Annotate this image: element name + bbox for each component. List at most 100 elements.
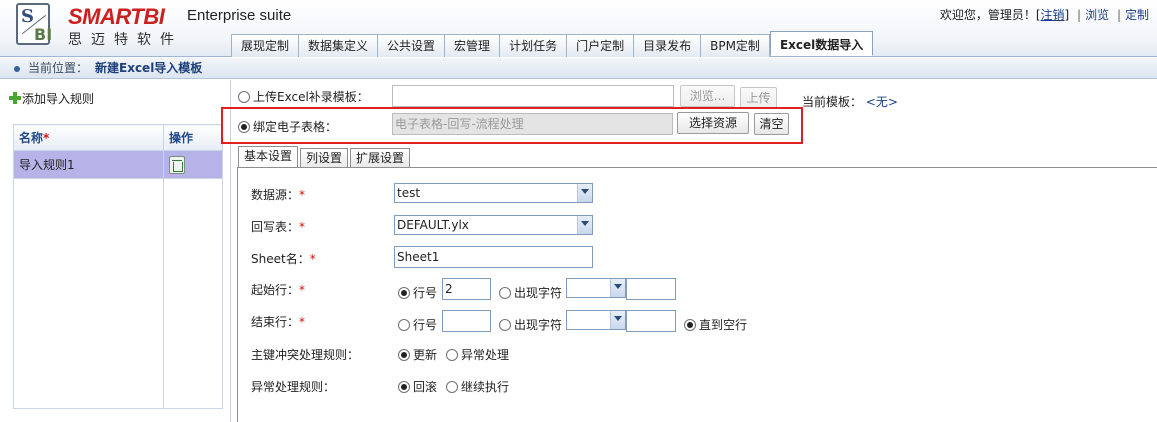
- bracket-close: ]: [1064, 8, 1070, 22]
- current-template-label: 当前模板：: [802, 95, 863, 109]
- location-label: 当前位置：: [28, 61, 89, 75]
- chevron-down-icon: [577, 184, 592, 202]
- select-resource-button[interactable]: 选择资源: [677, 112, 749, 134]
- suite-title: Enterprise suite: [187, 7, 292, 24]
- add-rule-label: 添加导入规则: [22, 92, 95, 106]
- brand-name: SMARTBI: [68, 4, 165, 29]
- upload-label: 上传Excel补录模板：: [253, 90, 369, 104]
- end-char-select[interactable]: [566, 310, 626, 330]
- end-row-number-radio[interactable]: [398, 319, 410, 331]
- table-row[interactable]: 导入规则1: [13, 150, 223, 179]
- empty-cell: [163, 178, 223, 409]
- template-panel: 上传Excel补录模板： 浏览... 上传 当前模板： <无> 绑定电子表格： …: [221, 80, 1157, 422]
- end-char-input[interactable]: [626, 310, 676, 332]
- logo-letter-bottom: BI: [34, 25, 53, 44]
- nav-tab-excel-import[interactable]: Excel数据导入: [769, 31, 874, 56]
- start-char-input[interactable]: [626, 278, 676, 300]
- nav-tab-catalog[interactable]: 目录发布: [634, 34, 702, 57]
- rule-name[interactable]: 导入规则1: [13, 150, 164, 179]
- current-template-value: <无>: [865, 95, 898, 109]
- nav-tab-portal[interactable]: 门户定制: [567, 34, 635, 57]
- nav-tab-macro[interactable]: 宏管理: [445, 34, 501, 57]
- tab-extended[interactable]: 扩展设置: [350, 148, 411, 168]
- location-value: 新建Excel导入模板: [95, 61, 203, 75]
- error-continue-radio[interactable]: [446, 381, 458, 393]
- chevron-down-icon: [610, 311, 625, 329]
- start-char-option[interactable]: 出现字符: [499, 284, 562, 301]
- upload-button[interactable]: 上传: [740, 87, 777, 109]
- user-bar: 欢迎您，管理员！[注销] | 浏览 | 定制: [940, 6, 1149, 23]
- end-row-label: 结束行：*: [251, 315, 306, 329]
- error-rollback-option[interactable]: 回滚: [398, 378, 437, 395]
- writeback-label: 回写表：*: [251, 220, 306, 234]
- datasource-select[interactable]: test: [394, 183, 593, 203]
- rules-panel: 添加导入规则 名称* 操作 导入规则1: [0, 80, 231, 422]
- col-header-name: 名称*: [13, 124, 164, 151]
- upload-option[interactable]: 上传Excel补录模板：: [238, 88, 369, 105]
- bind-spreadsheet-field[interactable]: 电子表格-回写-流程处理: [392, 113, 673, 135]
- conflict-rule-label: 主键冲突处理规则：: [251, 348, 360, 362]
- end-char-radio[interactable]: [499, 319, 511, 331]
- start-char-radio[interactable]: [499, 287, 511, 299]
- bind-label: 绑定电子表格：: [253, 120, 338, 134]
- bullet-icon: [14, 66, 20, 72]
- logout-link[interactable]: 注销: [1041, 8, 1065, 22]
- rules-table: 名称* 操作 导入规则1: [13, 124, 223, 409]
- nav-tab-schedule[interactable]: 计划任务: [500, 34, 568, 57]
- bind-radio[interactable]: [238, 121, 250, 133]
- nav-tab-dataset[interactable]: 数据集定义: [299, 34, 379, 57]
- error-rule-label: 异常处理规则：: [251, 380, 336, 394]
- customize-link[interactable]: 定制: [1125, 8, 1149, 22]
- plus-icon: [9, 92, 21, 104]
- upload-file-field[interactable]: [392, 85, 674, 107]
- start-char-select[interactable]: [566, 278, 626, 298]
- conflict-update-option[interactable]: 更新: [398, 346, 437, 363]
- conflict-update-radio[interactable]: [398, 349, 410, 361]
- empty-cell: [13, 178, 164, 409]
- end-char-option[interactable]: 出现字符: [499, 316, 562, 333]
- browse-button[interactable]: 浏览...: [680, 85, 735, 107]
- basic-settings-form: 数据源：* test 回写表：* DEFAULT.ylx Sheet名：* Sh…: [237, 167, 1157, 422]
- sheet-label: Sheet名：*: [251, 252, 316, 266]
- nav-tab-common-settings[interactable]: 公共设置: [378, 34, 446, 57]
- brand-cn: 思迈特软件: [68, 32, 183, 48]
- conflict-error-radio[interactable]: [446, 349, 458, 361]
- chevron-down-icon: [610, 279, 625, 297]
- col-header-action: 操作: [163, 124, 223, 151]
- chevron-down-icon: [577, 216, 592, 234]
- app-header: S BI SMARTBI 思迈特软件 Enterprise suite 欢迎您，…: [0, 0, 1157, 57]
- start-row-number-radio[interactable]: [398, 287, 410, 299]
- end-row-input[interactable]: [442, 310, 491, 332]
- greeting-text: 欢迎您，管理员！[: [939, 8, 1041, 22]
- browse-link[interactable]: 浏览: [1085, 8, 1109, 22]
- current-template: 当前模板： <无>: [802, 93, 898, 110]
- breadcrumb: 当前位置： 新建Excel导入模板: [0, 58, 1157, 79]
- settings-tabs: 基本设置 列设置 扩展设置: [238, 146, 412, 168]
- separator: |: [1116, 8, 1121, 22]
- start-row-input[interactable]: 2: [442, 278, 491, 300]
- upload-radio[interactable]: [238, 91, 250, 103]
- conflict-error-option[interactable]: 异常处理: [446, 346, 509, 363]
- rule-action-cell: [163, 150, 223, 179]
- error-rollback-radio[interactable]: [398, 381, 410, 393]
- main-nav-tabs: 展现定制 数据集定义 公共设置 宏管理 计划任务 门户定制 目录发布 BPM定制…: [231, 31, 874, 57]
- trash-icon[interactable]: [169, 156, 185, 174]
- bind-option[interactable]: 绑定电子表格：: [238, 118, 337, 135]
- tab-columns[interactable]: 列设置: [300, 148, 349, 168]
- error-continue-option[interactable]: 继续执行: [446, 378, 509, 395]
- tab-basic[interactable]: 基本设置: [238, 146, 299, 168]
- separator: |: [1077, 8, 1082, 22]
- writeback-select[interactable]: DEFAULT.ylx: [394, 215, 593, 235]
- logo: S BI: [16, 3, 53, 45]
- start-row-label: 起始行：*: [251, 283, 306, 297]
- add-rule-button[interactable]: 添加导入规则: [9, 90, 94, 107]
- sheet-name-input[interactable]: Sheet1: [394, 246, 593, 268]
- end-row-number-option[interactable]: 行号: [398, 316, 437, 333]
- end-empty-radio[interactable]: [684, 319, 696, 331]
- clear-button[interactable]: 清空: [754, 113, 789, 135]
- nav-tab-display[interactable]: 展现定制: [231, 34, 300, 57]
- end-empty-option[interactable]: 直到空行: [684, 316, 747, 333]
- datasource-label: 数据源：*: [251, 188, 306, 202]
- start-row-number-option[interactable]: 行号: [398, 284, 437, 301]
- nav-tab-bpm[interactable]: BPM定制: [701, 34, 770, 57]
